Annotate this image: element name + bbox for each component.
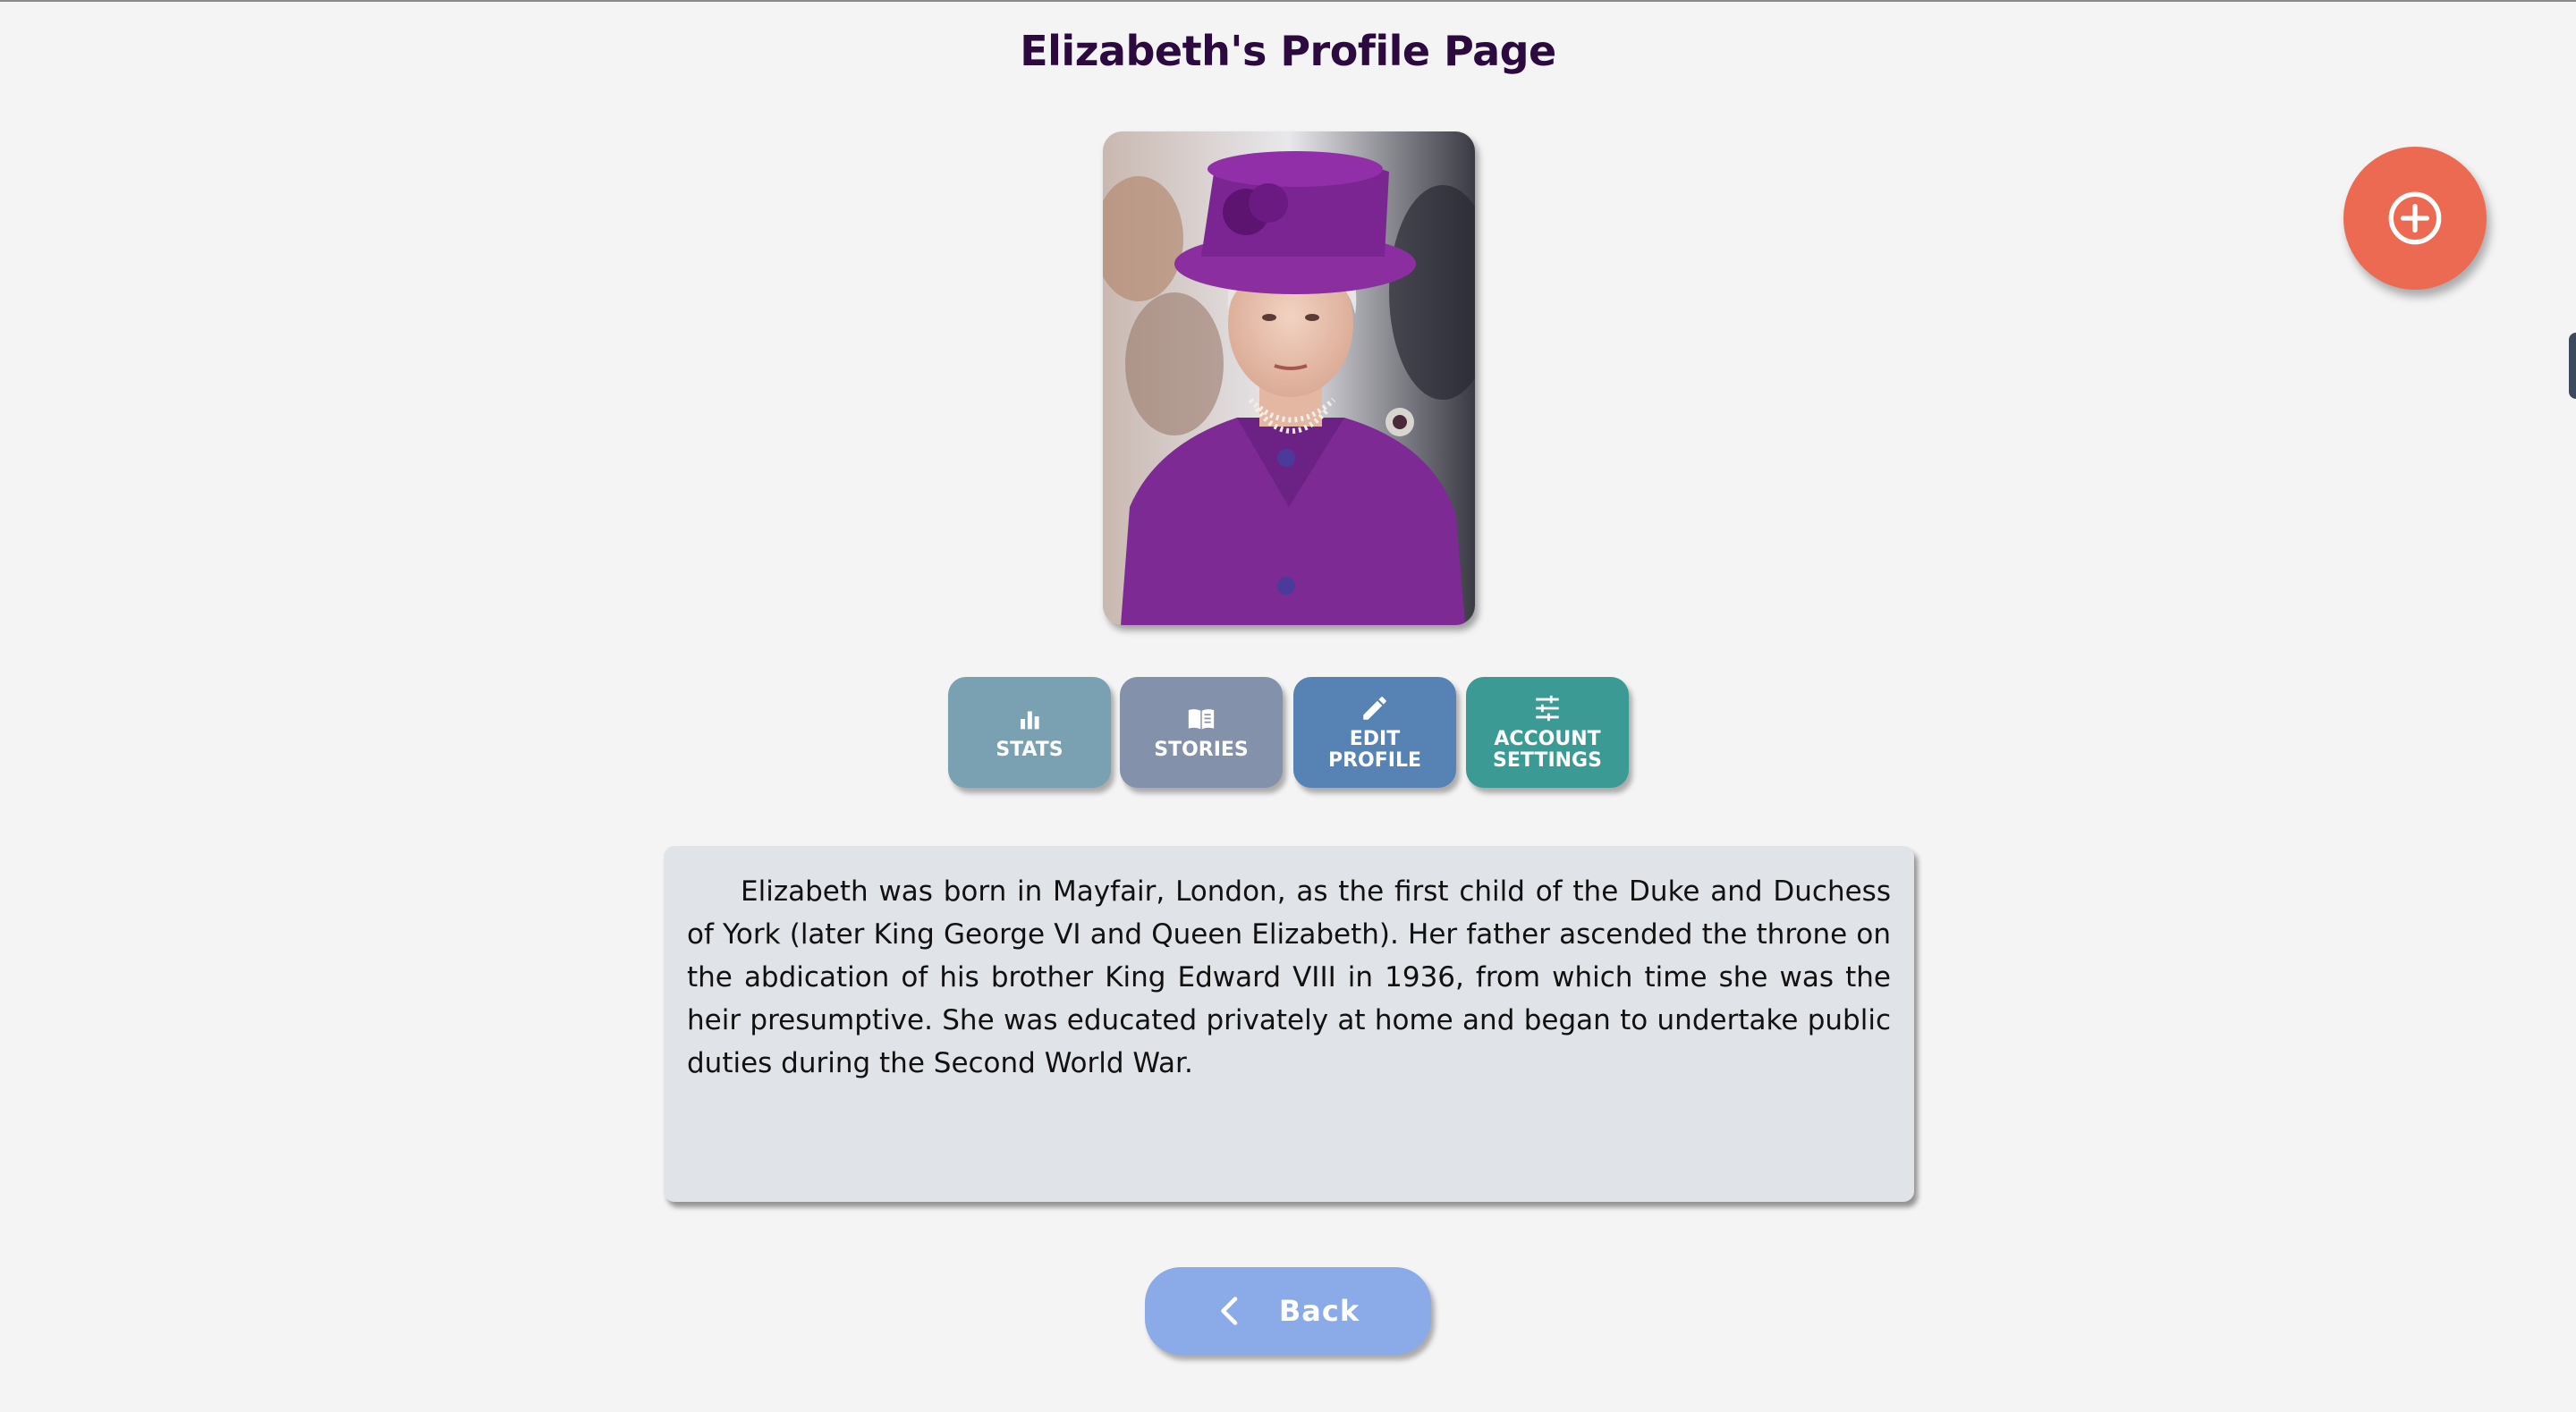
sliders-icon xyxy=(1536,695,1559,722)
bio-card: Elizabeth was born in Mayfair, London, a… xyxy=(664,846,1914,1202)
tab-stats-label: STATS xyxy=(996,739,1063,761)
side-panel-handle[interactable] xyxy=(2569,333,2576,399)
profile-page: Elizabeth's Profile Page STATS STORIES E… xyxy=(0,0,2576,1412)
open-book-icon xyxy=(1188,709,1215,730)
tab-account-settings-label: ACCOUNT SETTINGS xyxy=(1493,728,1602,772)
tab-edit-profile-label: EDIT PROFILE xyxy=(1327,728,1422,772)
pencil-icon xyxy=(1363,697,1386,720)
page-title: Elizabeth's Profile Page xyxy=(1020,27,1556,75)
plus-circle-icon xyxy=(2388,191,2442,245)
tab-stories-label: STORIES xyxy=(1154,739,1249,761)
add-button[interactable] xyxy=(2343,147,2487,290)
bar-chart-icon xyxy=(1021,711,1039,730)
chevron-left-icon xyxy=(1221,1297,1238,1325)
bio-text: Elizabeth was born in Mayfair, London, a… xyxy=(687,875,1891,1079)
profile-tabs: STATS STORIES EDIT PROFILE ACCOUNT SETTI… xyxy=(948,677,1629,788)
profile-photo xyxy=(1103,131,1475,625)
back-button-label: Back xyxy=(1278,1294,1360,1328)
tab-stats[interactable]: STATS xyxy=(948,677,1111,788)
tab-stories[interactable]: STORIES xyxy=(1120,677,1283,788)
back-button[interactable]: Back xyxy=(1145,1267,1431,1355)
tab-edit-profile[interactable]: EDIT PROFILE xyxy=(1293,677,1456,788)
tab-account-settings[interactable]: ACCOUNT SETTINGS xyxy=(1466,677,1629,788)
